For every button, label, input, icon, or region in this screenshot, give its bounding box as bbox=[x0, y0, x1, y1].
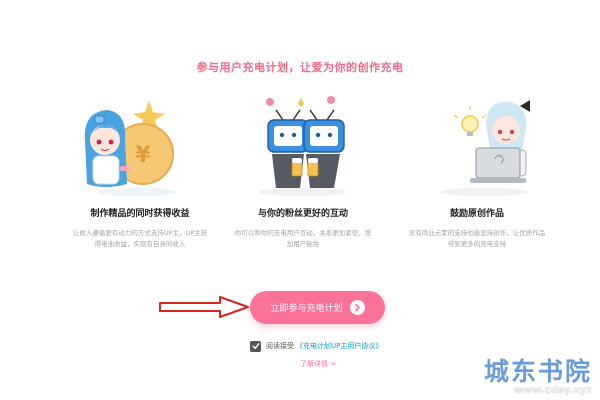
tv-mascots-illustration bbox=[228, 92, 378, 200]
watermark-title: 城东书院 bbox=[483, 357, 592, 386]
mascot-coin-illustration: ¥ bbox=[65, 92, 215, 200]
feature-interaction-title: 与你的粉丝更好的互动 bbox=[257, 209, 348, 219]
agreement-link[interactable]: 《充电计划UP主用户协议》 bbox=[296, 341, 382, 351]
feature-income: ¥ 制作精品的同时获得收益 让收入遵循更有动力的方式支持UP主，UP主获得电池收… bbox=[65, 92, 215, 250]
page-headline: 参与用户充电计划，让爱为你的创作充电 bbox=[196, 61, 404, 74]
feature-income-title: 制作精品的同时获得收益 bbox=[90, 209, 190, 219]
join-button-label: 立即参与充电计划 bbox=[270, 304, 343, 314]
site-watermark: 城东书院 www.cdsy.xyz bbox=[484, 352, 592, 396]
agreement-checkbox[interactable] bbox=[250, 340, 261, 352]
feature-income-desc: 让收入遵循更有动力的方式支持UP主，UP主获得电池收益，实现有自身的收入 bbox=[72, 229, 208, 248]
feature-original: 鼓励原创作品 没有商业元素的支持也能坚持创作，让优质作品得到更多的充电支持 bbox=[402, 92, 552, 250]
right-arrow-circle-icon bbox=[349, 300, 365, 315]
join-charging-plan-button[interactable]: 立即参与充电计划 bbox=[250, 291, 385, 324]
agreement-prefix: 阅读接受 bbox=[266, 342, 294, 350]
agreement-row: 阅读接受 《充电计划UP主用户协议》 bbox=[250, 339, 382, 353]
mascot-laptop-illustration bbox=[402, 92, 552, 200]
feature-interaction-desc: 你可以和你的充电用户互动，关系更加紧密，增加用户粘性 bbox=[234, 229, 372, 248]
check-icon bbox=[252, 343, 259, 350]
learn-more-link[interactable]: 了解详情 > bbox=[300, 359, 336, 369]
feature-interaction: 与你的粉丝更好的互动 你可以和你的充电用户互动，关系更加紧密，增加用户粘性 bbox=[228, 92, 378, 250]
svg-text:¥: ¥ bbox=[135, 143, 151, 168]
feature-original-title: 鼓励原创作品 bbox=[449, 209, 504, 219]
feature-original-desc: 没有商业元素的支持也能坚持创作，让优质作品得到更多的充电支持 bbox=[408, 229, 546, 248]
red-arrow-annotation bbox=[159, 296, 249, 318]
